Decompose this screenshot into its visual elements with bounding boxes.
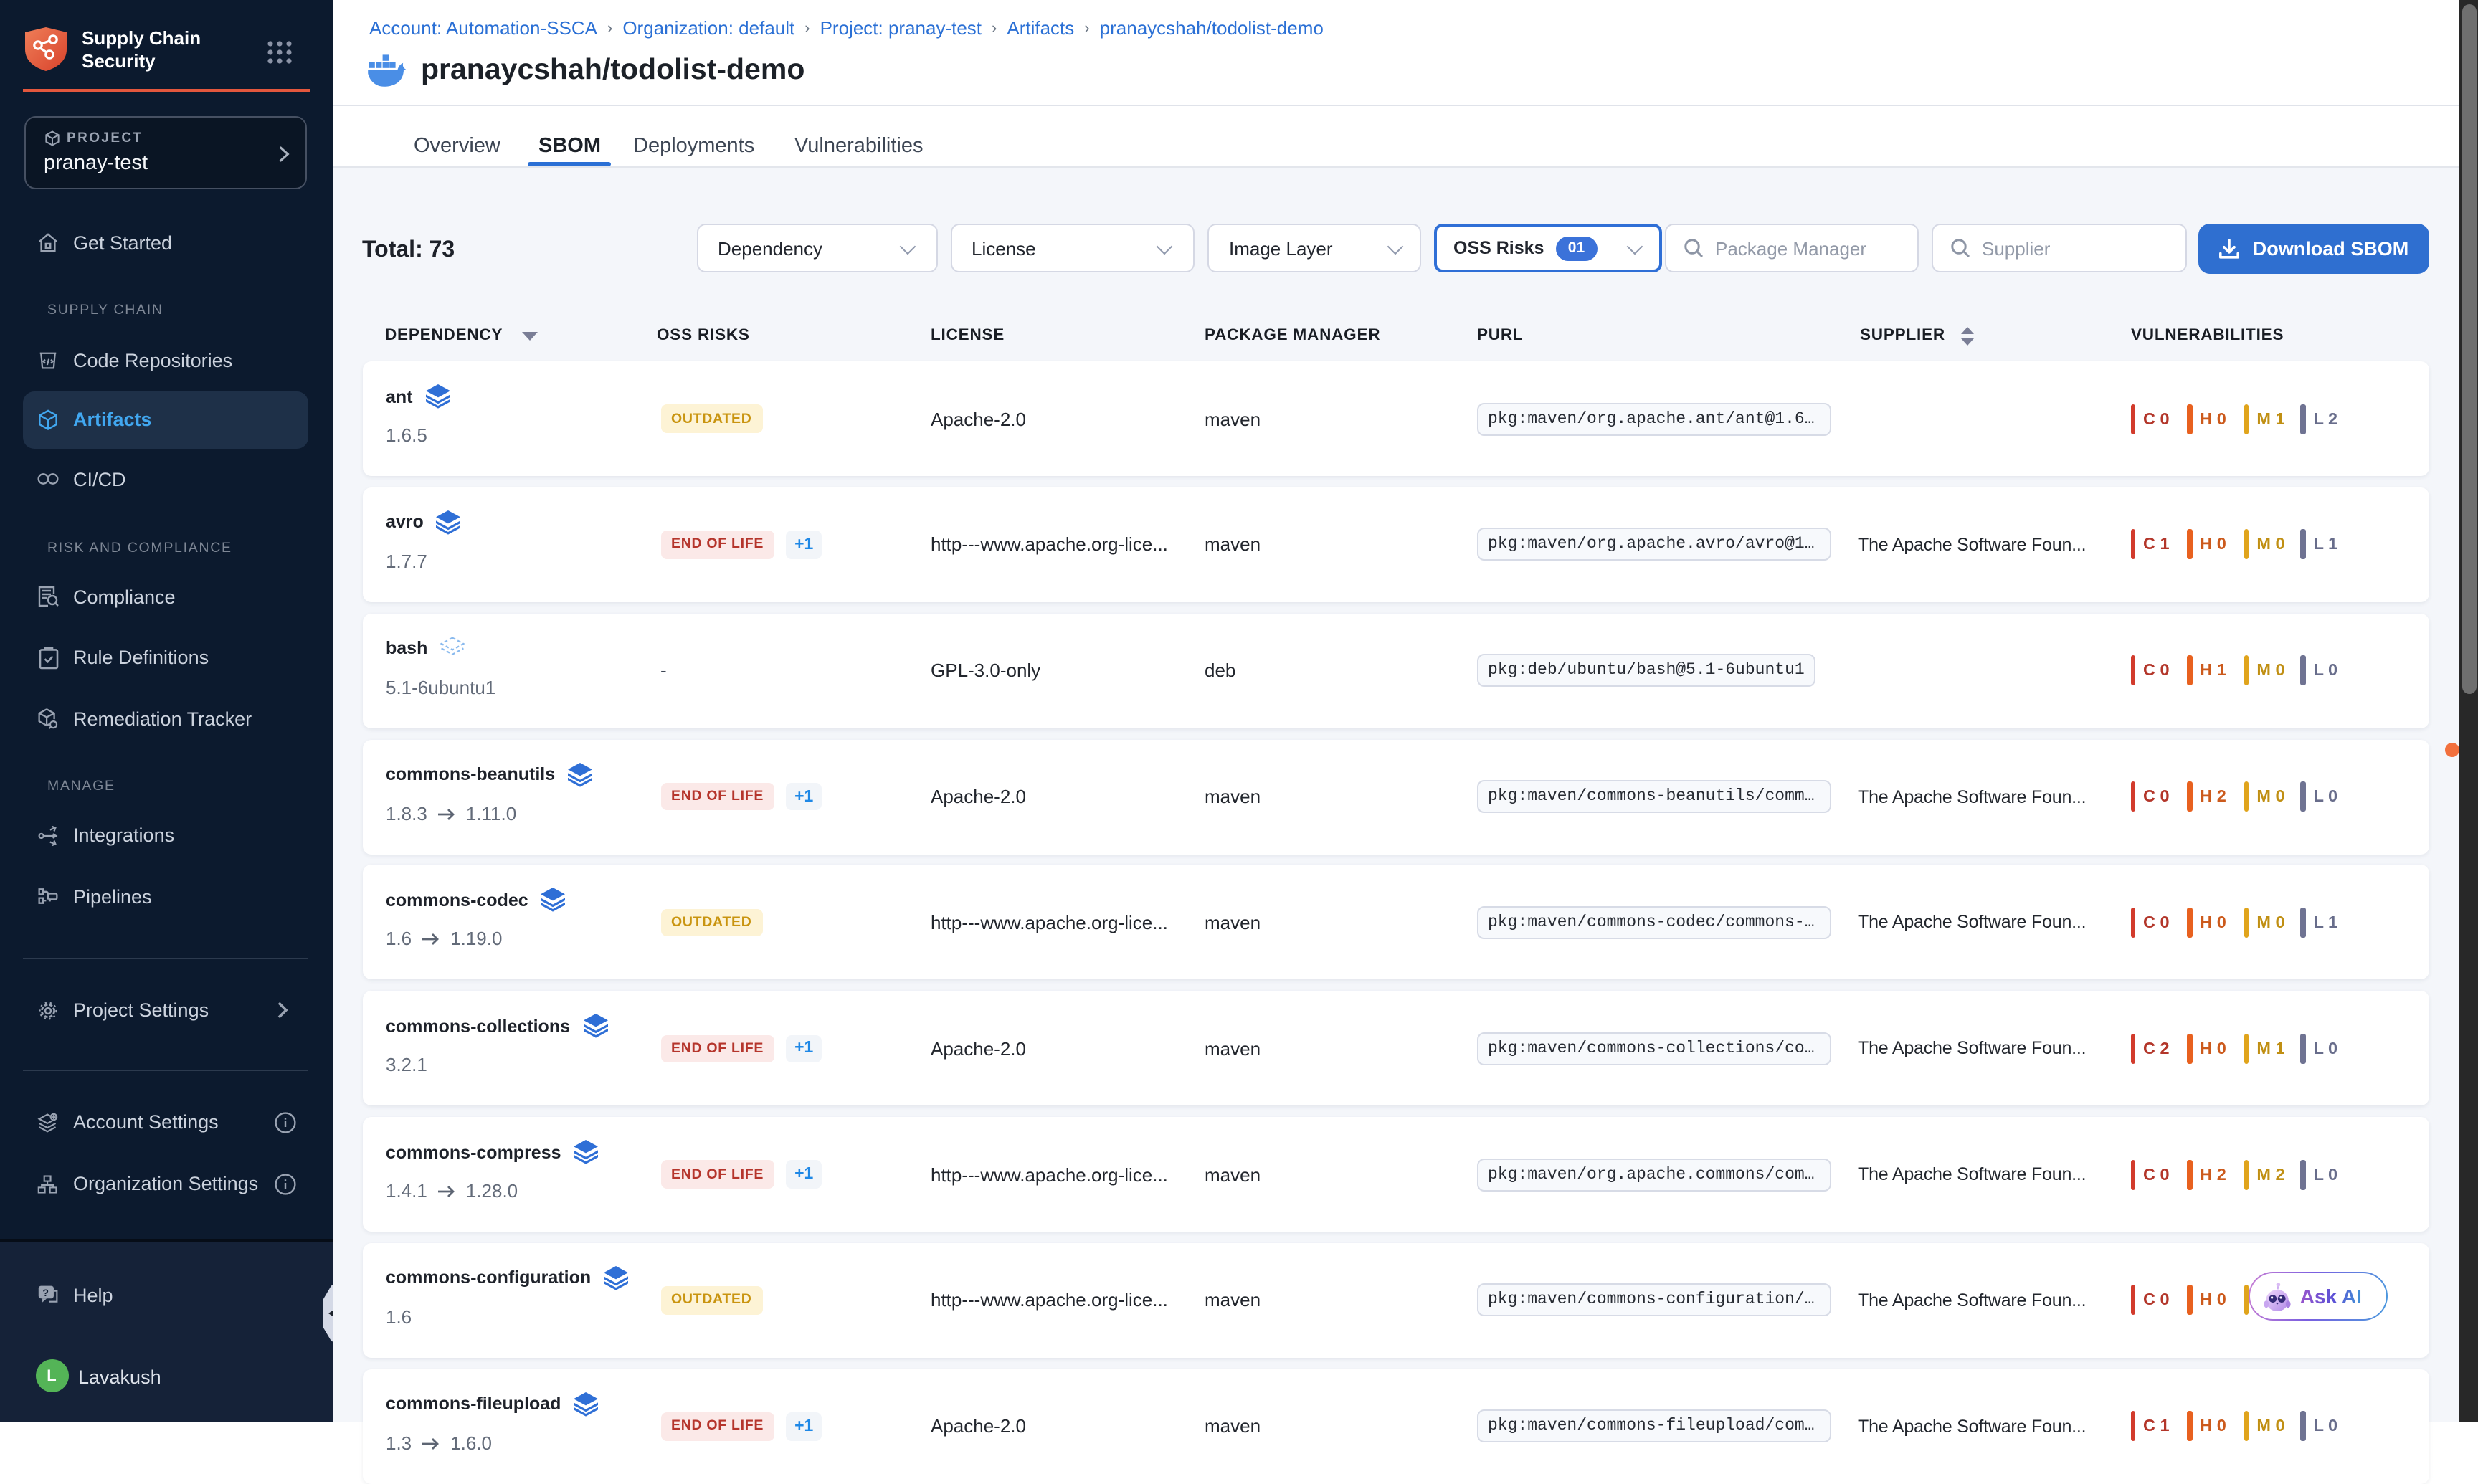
svg-text:?: ?	[42, 1287, 49, 1298]
